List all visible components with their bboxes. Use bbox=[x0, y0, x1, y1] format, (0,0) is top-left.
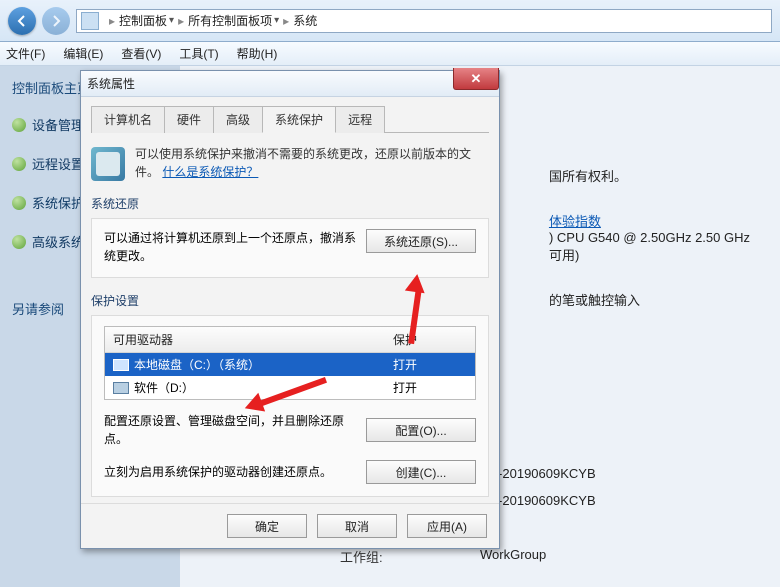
dialog-tabs: 计算机名 硬件 高级 系统保护 远程 bbox=[91, 105, 489, 133]
what-is-protection-link[interactable]: 什么是系统保护？ bbox=[162, 165, 258, 179]
menu-tools[interactable]: 工具(T) bbox=[179, 45, 218, 62]
create-restore-point-button[interactable]: 创建(C)... bbox=[366, 460, 476, 484]
arrow-left-icon bbox=[16, 15, 28, 27]
system-restore-group-label: 系统还原 bbox=[91, 195, 489, 212]
menu-edit[interactable]: 编辑(E) bbox=[63, 45, 103, 62]
col-drive: 可用驱动器 bbox=[105, 327, 385, 352]
menu-help[interactable]: 帮助(H) bbox=[237, 45, 278, 62]
nav-back-button[interactable] bbox=[8, 7, 36, 35]
menu-file[interactable]: 文件(F) bbox=[6, 45, 45, 62]
system-protection-icon bbox=[91, 147, 125, 181]
shield-bullet-icon bbox=[12, 196, 26, 210]
control-panel-icon bbox=[81, 12, 99, 30]
chevron-right-icon: ▸ bbox=[283, 14, 289, 28]
tab-hardware[interactable]: 硬件 bbox=[164, 106, 214, 133]
dialog-close-button[interactable]: ✕ bbox=[453, 68, 499, 90]
tab-system-protection[interactable]: 系统保护 bbox=[262, 106, 336, 133]
chevron-right-icon: ▸ bbox=[178, 14, 184, 28]
breadcrumb-item[interactable]: 控制面板 bbox=[119, 12, 167, 29]
mem-fragment: 可用) bbox=[549, 245, 750, 264]
col-protection: 保护 bbox=[385, 327, 475, 352]
menu-view[interactable]: 查看(V) bbox=[121, 45, 161, 62]
drive-table-header: 可用驱动器 保护 bbox=[105, 327, 475, 353]
menu-bar: 文件(F) 编辑(E) 查看(V) 工具(T) 帮助(H) bbox=[0, 42, 780, 66]
sidebar-item-label: 系统保护 bbox=[32, 193, 84, 212]
protection-settings-group-label: 保护设置 bbox=[91, 292, 489, 309]
nav-forward-button[interactable] bbox=[42, 7, 70, 35]
drive-table: 可用驱动器 保护 本地磁盘（C:）（系统） 打开 软件（D:） 打开 bbox=[104, 326, 476, 400]
workgroup-value: WorkGroup bbox=[480, 547, 546, 566]
drive-name: 本地磁盘（C:）（系统） bbox=[134, 356, 260, 373]
sidebar-item-label: 远程设置 bbox=[32, 154, 84, 173]
chevron-down-icon: ▾ bbox=[169, 15, 174, 26]
protection-description: 可以使用系统保护来撤消不需要的系统更改，还原以前版本的文件。 什么是系统保护？ bbox=[135, 145, 489, 181]
dialog-title: 系统属性 bbox=[87, 75, 135, 92]
chevron-down-icon: ▾ bbox=[274, 15, 279, 26]
close-icon: ✕ bbox=[471, 71, 482, 87]
drive-icon bbox=[113, 382, 129, 394]
breadcrumb-item[interactable]: 系统 bbox=[293, 12, 317, 29]
drive-row[interactable]: 本地磁盘（C:）（系统） 打开 bbox=[105, 353, 475, 376]
configure-description: 配置还原设置、管理磁盘空间，并且删除还原点。 bbox=[104, 412, 356, 448]
system-properties-dialog: 系统属性 ✕ 计算机名 硬件 高级 系统保护 远程 可以使用系统保护来撤消不需要… bbox=[80, 70, 500, 549]
drive-name: 软件（D:） bbox=[134, 379, 194, 396]
cancel-button[interactable]: 取消 bbox=[317, 514, 397, 538]
pen-touch-fragment: 的笔或触控输入 bbox=[549, 290, 750, 309]
tab-advanced[interactable]: 高级 bbox=[213, 106, 263, 133]
drive-row[interactable]: 软件（D:） 打开 bbox=[105, 376, 475, 399]
breadcrumb-item[interactable]: 所有控制面板项 bbox=[188, 12, 272, 29]
shield-bullet-icon bbox=[12, 157, 26, 171]
drive-protection: 打开 bbox=[385, 353, 475, 376]
shield-bullet-icon bbox=[12, 235, 26, 249]
explorer-titlebar: ▸ 控制面板▾ ▸ 所有控制面板项▾ ▸ 系统 bbox=[0, 0, 780, 42]
chevron-right-icon: ▸ bbox=[109, 14, 115, 28]
cpu-value: ) CPU G540 @ 2.50GHz 2.50 GHz bbox=[549, 230, 750, 245]
ok-button[interactable]: 确定 bbox=[227, 514, 307, 538]
create-description: 立刻为启用系统保护的驱动器创建还原点。 bbox=[104, 463, 356, 481]
tab-computer-name[interactable]: 计算机名 bbox=[91, 106, 165, 133]
copyright-fragment: 国所有权利。 bbox=[549, 166, 750, 185]
apply-button[interactable]: 应用(A) bbox=[407, 514, 487, 538]
drive-icon bbox=[113, 359, 129, 371]
shield-bullet-icon bbox=[12, 118, 26, 132]
rating-link[interactable]: 体验指数 bbox=[549, 211, 750, 230]
dialog-footer: 确定 取消 应用(A) bbox=[81, 503, 499, 548]
system-restore-button[interactable]: 系统还原(S)... bbox=[366, 229, 476, 253]
breadcrumb[interactable]: ▸ 控制面板▾ ▸ 所有控制面板项▾ ▸ 系统 bbox=[76, 9, 772, 33]
drive-protection: 打开 bbox=[385, 376, 475, 399]
tab-remote[interactable]: 远程 bbox=[335, 106, 385, 133]
workgroup-label: 工作组: bbox=[340, 547, 450, 566]
configure-button[interactable]: 配置(O)... bbox=[366, 418, 476, 442]
restore-description: 可以通过将计算机还原到上一个还原点，撤消系统更改。 bbox=[104, 229, 356, 265]
arrow-right-icon bbox=[50, 15, 62, 27]
dialog-titlebar[interactable]: 系统属性 ✕ bbox=[81, 71, 499, 97]
